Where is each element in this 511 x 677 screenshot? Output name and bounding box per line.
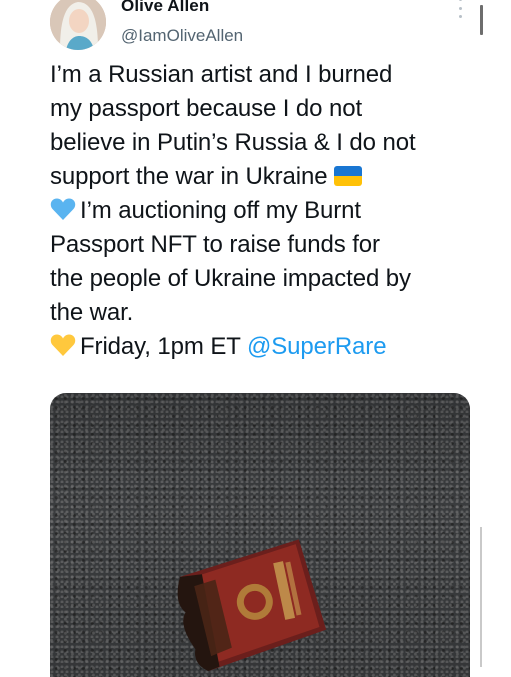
- scrollbar[interactable]: [480, 5, 483, 35]
- yellow-heart-icon: [50, 334, 76, 356]
- right-edge-line: [480, 527, 482, 667]
- tweet-line: believe in Putin’s Russia & I do not: [50, 129, 416, 156]
- tweet-photo[interactable]: [50, 393, 470, 677]
- tweet-line-with-mention: Friday, 1pm ET @SuperRare: [50, 330, 490, 364]
- tweet: Olive Allen @IamOliveAllen I’m a Russian…: [0, 0, 511, 677]
- tweet-text: I’m a Russian artist and I burned my pas…: [50, 58, 490, 364]
- avatar[interactable]: [50, 0, 106, 50]
- tweet-line-with-flag: support the war in Ukraine: [50, 160, 490, 194]
- tweet-line: the war.: [50, 299, 134, 326]
- author-name[interactable]: Olive Allen: [121, 0, 209, 16]
- mention-link[interactable]: @SuperRare: [247, 333, 387, 360]
- ukraine-flag-icon: [333, 166, 362, 186]
- tweet-line-text: I’m auctioning off my Burnt: [80, 197, 361, 224]
- tweet-line: Passport NFT to raise funds for: [50, 231, 380, 258]
- tweet-line-text: support the war in Ukraine: [50, 163, 328, 190]
- tweet-line: my passport because I do not: [50, 95, 363, 122]
- more-options-icon[interactable]: [457, 0, 463, 18]
- tweet-line: I’m a Russian artist and I burned: [50, 61, 393, 88]
- tweet-line-text: Friday, 1pm ET: [80, 333, 241, 360]
- blue-heart-icon: [50, 198, 76, 220]
- tweet-line-with-heart: I’m auctioning off my Burnt: [50, 194, 490, 228]
- tweet-line: the people of Ukraine impacted by: [50, 265, 411, 292]
- author-handle[interactable]: @IamOliveAllen: [121, 26, 243, 46]
- burnt-passport-image: [177, 539, 327, 672]
